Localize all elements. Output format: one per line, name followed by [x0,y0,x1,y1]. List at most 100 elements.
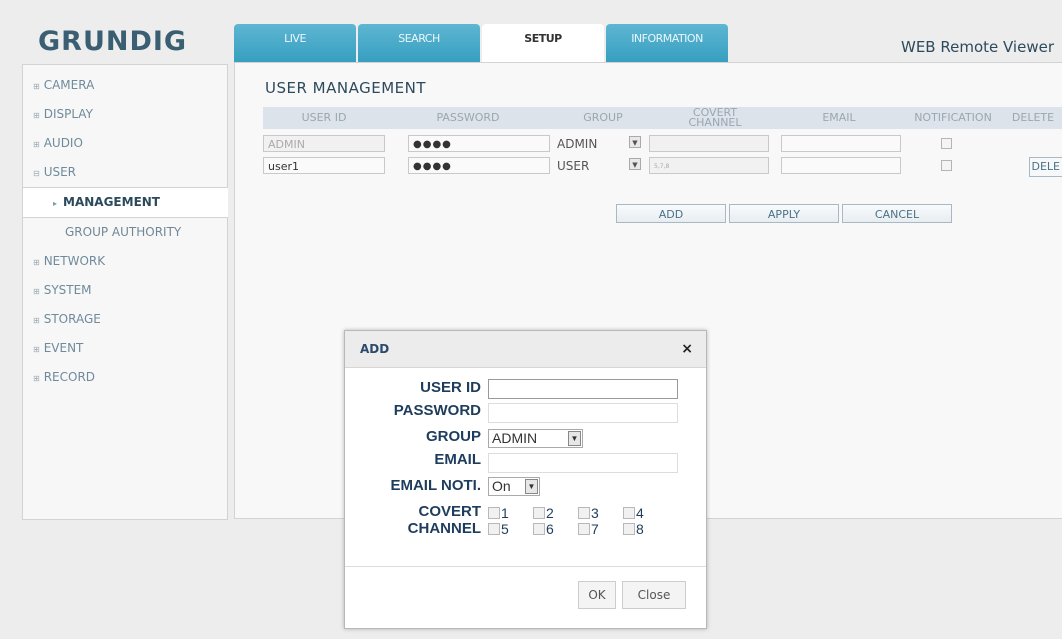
sidebar-subitem-management[interactable]: ▸ MANAGEMENT [23,187,228,218]
header-notification: NOTIFICATION [914,111,992,124]
channel-checkbox-4[interactable]: 4 [623,505,644,521]
cancel-button[interactable]: CANCEL [842,204,952,223]
page-title: USER MANAGEMENT [265,79,426,97]
bullet-icon: ⊞ [33,374,40,383]
channel-number: 7 [591,521,599,537]
sidebar-item-display[interactable]: ⊞ DISPLAY [23,100,227,129]
ok-button[interactable]: OK [578,581,616,609]
notification-checkbox[interactable] [941,160,952,171]
email-label: EMAIL [434,451,481,468]
tab-search[interactable]: SEARCH [358,24,480,62]
password-label: PASSWORD [393,402,481,419]
sidebar-item-record[interactable]: ⊞ RECORD [23,363,227,392]
checkbox-icon [488,523,500,535]
sidebar-item-label: NETWORK [43,254,106,268]
bullet-icon: ⊞ [33,140,40,149]
user-id-field[interactable]: ADMIN [263,135,385,152]
sidebar-item-label: SYSTEM [43,283,92,297]
group-select[interactable]: ADMIN ▼ [488,429,583,448]
email-field[interactable] [781,135,901,152]
bullet-icon: ⊞ [33,287,40,296]
covert-channel-select[interactable] [649,135,769,152]
checkbox-icon [623,523,635,535]
chevron-down-icon: ▼ [568,431,581,446]
email-noti-label: EMAIL NOTI. [390,477,481,494]
sidebar-item-camera[interactable]: ⊞ CAMERA [23,71,227,100]
channel-label: CHANNEL [407,520,481,537]
checkbox-icon [488,507,500,519]
sidebar-item-label: USER [43,165,77,179]
email-noti-select[interactable]: On ▼ [488,477,540,496]
checkbox-icon [533,523,545,535]
email-field[interactable] [781,157,901,174]
table-row: user1 ●●●● USER ▼ 5,7,8 DELE [263,155,1062,177]
add-button[interactable]: ADD [616,204,726,223]
bullet-icon: ⊞ [33,111,40,120]
channel-number: 1 [501,505,509,521]
channel-number: 5 [501,521,509,537]
header-group: GROUP [583,111,623,124]
sidebar-item-user[interactable]: ⊟ USER [23,158,227,187]
dialog-footer-divider [345,566,706,567]
channel-number: 3 [591,505,599,521]
password-input[interactable] [488,403,678,423]
top-tabs: LIVE SEARCH SETUP INFORMATION [234,24,730,62]
tab-setup[interactable]: SETUP [482,24,604,62]
tab-live[interactable]: LIVE [234,24,356,62]
channel-checkbox-5[interactable]: 5 [488,521,509,537]
tab-information[interactable]: INFORMATION [606,24,728,62]
apply-button[interactable]: APPLY [729,204,839,223]
channel-checkbox-7[interactable]: 7 [578,521,599,537]
checkbox-icon [578,507,590,519]
channel-checkbox-2[interactable]: 2 [533,505,554,521]
sidebar-item-system[interactable]: ⊞ SYSTEM [23,276,227,305]
channel-checkbox-8[interactable]: 8 [623,521,644,537]
delete-button[interactable]: DELE [1028,157,1062,177]
covert-channel-select[interactable]: 5,7,8 [649,157,769,174]
user-id-label: USER ID [420,379,481,396]
notification-checkbox[interactable] [941,138,952,149]
group-select-value: ADMIN [492,430,538,446]
bullet-icon: ⊞ [33,345,40,354]
sidebar-item-label: AUDIO [43,136,83,150]
group-dropdown-icon[interactable]: ▼ [629,158,641,170]
close-button[interactable]: Close [622,581,686,609]
channel-number: 6 [546,521,554,537]
checkbox-icon [623,507,635,519]
chevron-down-icon: ▼ [525,479,538,494]
channel-number: 2 [546,505,554,521]
group-dropdown-icon[interactable]: ▼ [629,136,641,148]
sidebar-item-storage[interactable]: ⊞ STORAGE [23,305,227,334]
user-id-field[interactable]: user1 [263,157,385,174]
password-field[interactable]: ●●●● [408,135,550,152]
checkbox-icon [533,507,545,519]
header-delete: DELETE [1011,111,1055,124]
channel-checkbox-6[interactable]: 6 [533,521,554,537]
arrow-right-icon: ▸ [53,199,58,208]
sidebar-item-network[interactable]: ⊞ NETWORK [23,247,227,276]
channel-checkbox-1[interactable]: 1 [488,505,509,521]
channel-number: 4 [636,505,644,521]
bullet-icon: ⊞ [33,316,40,325]
dialog-title: ADD [360,342,390,356]
sidebar-subitem-label: MANAGEMENT [63,195,160,209]
add-user-dialog: ADD × USER ID PASSWORD GROUP ADMIN ▼ EMA… [344,330,707,629]
sidebar-subitem-group-authority[interactable]: GROUP AUTHORITY [23,218,227,247]
channel-checkbox-3[interactable]: 3 [578,505,599,521]
table-row: ADMIN ●●●● ADMIN ▼ [263,133,1062,155]
dialog-header: ADD × [345,331,706,368]
bullet-icon: ⊟ [33,169,40,178]
covert-label: COVERT [418,503,481,520]
email-input[interactable] [488,453,678,473]
sidebar-item-event[interactable]: ⊞ EVENT [23,334,227,363]
table-header: USER ID PASSWORD GROUP COVERT CHANNEL EM… [263,107,1062,129]
sidebar-item-label: DISPLAY [43,107,93,121]
grundig-logo: GRUNDIG [38,26,188,57]
close-icon[interactable]: × [681,331,693,367]
sidebar-item-audio[interactable]: ⊞ AUDIO [23,129,227,158]
user-id-input[interactable] [488,379,678,399]
group-value: ADMIN [557,137,598,151]
header-email: EMAIL [822,111,856,124]
password-field[interactable]: ●●●● [408,157,550,174]
sidebar-item-label: EVENT [43,341,84,355]
